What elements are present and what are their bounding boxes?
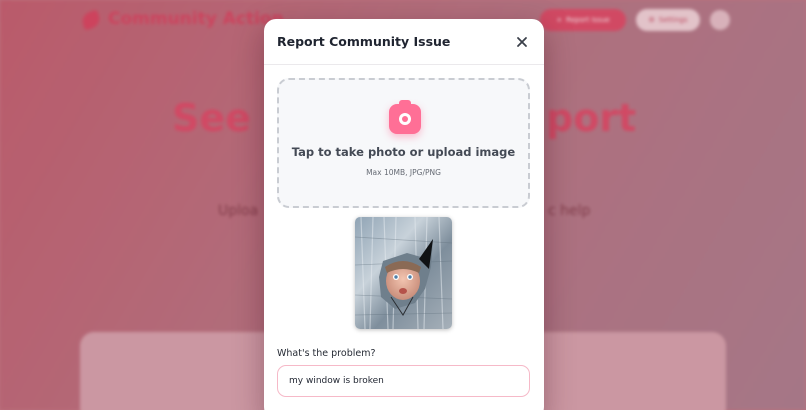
uploaded-image-preview <box>355 217 452 329</box>
modal-header: Report Community Issue <box>264 19 544 65</box>
report-issue-modal: Report Community Issue Tap to take photo… <box>264 19 544 410</box>
modal-title: Report Community Issue <box>277 34 451 49</box>
camera-icon <box>389 100 421 134</box>
close-button[interactable] <box>514 34 530 50</box>
upload-title: Tap to take photo or upload image <box>291 145 516 159</box>
upload-hint: Max 10MB, JPG/PNG <box>366 168 441 177</box>
close-icon <box>517 37 527 47</box>
problem-description-input[interactable] <box>277 365 530 397</box>
photo-upload-dropzone[interactable]: Tap to take photo or upload image Max 10… <box>277 78 530 208</box>
problem-field-label: What's the problem? <box>277 348 376 359</box>
